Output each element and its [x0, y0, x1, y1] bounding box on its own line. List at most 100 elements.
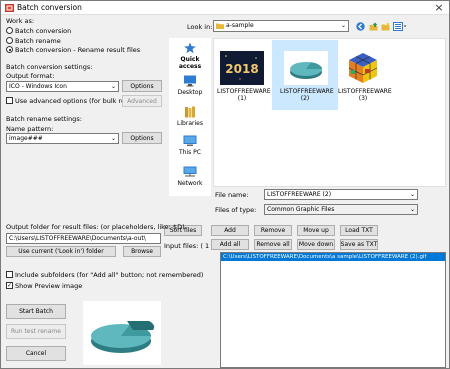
- star-icon: [184, 42, 196, 54]
- place-desktop[interactable]: Desktop: [169, 75, 211, 96]
- input-files-list[interactable]: C:\Users\LISTOFFREEWARE\Documents\a samp…: [220, 252, 446, 368]
- rename-section-label: Batch rename settings:: [6, 115, 82, 123]
- thumb-2018-text: 2018: [225, 62, 258, 76]
- close-icon[interactable]: ×: [433, 1, 445, 14]
- format-options-button[interactable]: Options: [122, 80, 162, 92]
- show-preview-label[interactable]: Show Preview image: [15, 282, 82, 290]
- file-thumb-2[interactable]: LISTOFFREEWARE (2): [272, 40, 338, 110]
- name-pattern-select[interactable]: image### ⌄: [6, 133, 119, 144]
- rubiks-cube-thumbnail: [341, 51, 385, 85]
- file-num-1: (1): [237, 95, 247, 102]
- file-num-2: (2): [300, 95, 310, 102]
- place-network[interactable]: Network: [169, 166, 211, 187]
- file-name-2: LISTOFFREEWARE: [280, 88, 334, 95]
- file-caption-3: LISTOFFREEWARE (3): [338, 88, 392, 102]
- chevron-down-icon: ⌄: [110, 135, 116, 142]
- file-thumb-3[interactable]: LISTOFFREEWARE (3): [338, 51, 392, 109]
- pie-chart-preview: [91, 321, 155, 353]
- file-name-field[interactable]: LISTOFFREEWARE (2) ⌄: [264, 189, 418, 200]
- libraries-icon: [185, 106, 195, 118]
- places-bar: Quick access Desktop Libraries This PC N…: [169, 38, 211, 196]
- chevron-down-icon: ⌄: [409, 191, 415, 198]
- folder-icon: [216, 23, 224, 29]
- preview-image: [83, 301, 161, 365]
- output-format-select[interactable]: ICO - Windows Icon ⌄: [6, 81, 119, 92]
- file-num-3: (3): [358, 95, 368, 102]
- file-name-value: LISTOFFREEWARE (2): [267, 191, 332, 198]
- batch-conversion-window: Batch conversion × Work as: Batch conver…: [0, 0, 450, 369]
- file-type-value: Common Graphic Files: [267, 206, 335, 213]
- app-icon: [5, 4, 14, 12]
- list-item[interactable]: C:\Users\LISTOFFREEWARE\Documents\a samp…: [221, 253, 445, 261]
- remove-all-button[interactable]: Remove all: [254, 239, 292, 250]
- output-folder-label: Output folder for result files: (or plac…: [6, 223, 185, 231]
- place-label: This PC: [179, 149, 201, 156]
- place-label: Libraries: [177, 120, 203, 127]
- image-2018-thumbnail: 2018: [220, 51, 264, 85]
- use-current-folder-button[interactable]: Use current ('Look in') folder: [6, 246, 116, 257]
- pie-chart-thumbnail: [284, 51, 328, 85]
- advanced-options-checkbox[interactable]: [6, 97, 13, 104]
- output-folder-field[interactable]: C:\Users\LISTOFFREEWARE\Documents\a-out\: [6, 233, 161, 244]
- place-label: Quick access: [178, 56, 202, 70]
- file-thumb-1[interactable]: 2018 LISTOFFREEWARE (1): [217, 51, 271, 109]
- look-in-value: a-sample: [226, 22, 254, 29]
- cancel-button[interactable]: Cancel: [6, 346, 66, 361]
- move-up-button[interactable]: Move up: [297, 225, 335, 236]
- name-pattern-value: image###: [9, 135, 43, 142]
- radio-batch-conversion-rename[interactable]: [6, 46, 13, 53]
- add-all-button[interactable]: Add all: [211, 239, 249, 250]
- chevron-down-icon: ⌄: [340, 22, 346, 29]
- file-name-3: LISTOFFREEWARE: [338, 88, 392, 95]
- file-type-label: Files of type:: [215, 206, 257, 214]
- back-icon[interactable]: [356, 22, 365, 31]
- radio-batch-conversion[interactable]: [6, 27, 13, 34]
- place-label: Desktop: [177, 89, 203, 96]
- include-subfolders-label[interactable]: Include subfolders (for "Add all" button…: [15, 271, 203, 279]
- file-name-1: LISTOFFREEWARE: [217, 88, 271, 95]
- input-files-label: Input files: ( 1 ): [164, 242, 214, 250]
- add-button[interactable]: Add: [211, 225, 249, 236]
- place-label: Network: [177, 180, 203, 187]
- run-test-rename-button[interactable]: Run test rename: [6, 324, 66, 339]
- up-folder-icon[interactable]: [369, 22, 378, 31]
- start-batch-button[interactable]: Start Batch: [6, 304, 66, 319]
- place-this-pc[interactable]: This PC: [169, 135, 211, 156]
- advanced-button[interactable]: Advanced: [122, 95, 162, 107]
- place-quick-access[interactable]: Quick access: [169, 42, 211, 70]
- chevron-down-icon: ⌄: [409, 206, 415, 213]
- radio-batch-conversion-rename-label[interactable]: Batch conversion - Rename result files: [15, 46, 140, 54]
- radio-batch-rename-label[interactable]: Batch rename: [15, 37, 61, 45]
- look-in-select[interactable]: a-sample ⌄: [213, 20, 349, 32]
- work-as-label: Work as:: [6, 17, 35, 25]
- browse-button[interactable]: Browse: [123, 246, 161, 257]
- move-down-button[interactable]: Move down: [297, 239, 335, 250]
- place-libraries[interactable]: Libraries: [169, 106, 211, 127]
- remove-button[interactable]: Remove: [254, 225, 292, 236]
- computer-icon: [183, 135, 197, 146]
- title-bar: Batch conversion ×: [1, 1, 449, 15]
- file-name-label: File name:: [215, 191, 249, 199]
- chevron-down-icon: ⌄: [110, 83, 116, 90]
- new-folder-icon[interactable]: [381, 22, 390, 31]
- name-pattern-label: Name pattern:: [6, 125, 54, 133]
- rename-options-button[interactable]: Options: [122, 132, 162, 144]
- radio-batch-rename[interactable]: [6, 37, 13, 44]
- output-format-label: Output format:: [6, 72, 55, 80]
- conversion-section-label: Batch conversion settings:: [6, 63, 93, 71]
- network-icon: [183, 166, 197, 177]
- file-caption-1: LISTOFFREEWARE (1): [217, 88, 271, 102]
- load-txt-button[interactable]: Load TXT: [340, 225, 378, 236]
- desktop-icon: [184, 75, 196, 87]
- file-caption-2: LISTOFFREEWARE (2): [280, 88, 334, 102]
- view-menu-icon[interactable]: [393, 22, 407, 31]
- save-as-txt-button[interactable]: Save as TXT: [340, 239, 378, 250]
- include-subfolders-checkbox[interactable]: [6, 271, 13, 278]
- look-in-label: Look in:: [187, 23, 213, 31]
- show-preview-checkbox[interactable]: ✓: [6, 282, 13, 289]
- file-type-select[interactable]: Common Graphic Files ⌄: [264, 204, 418, 215]
- output-format-value: ICO - Windows Icon: [9, 83, 67, 90]
- radio-batch-conversion-label[interactable]: Batch conversion: [15, 27, 71, 35]
- file-list[interactable]: 2018 LISTOFFREEWARE (1) LISTOFFREEWARE (…: [213, 38, 446, 187]
- window-title: Batch conversion: [17, 3, 82, 12]
